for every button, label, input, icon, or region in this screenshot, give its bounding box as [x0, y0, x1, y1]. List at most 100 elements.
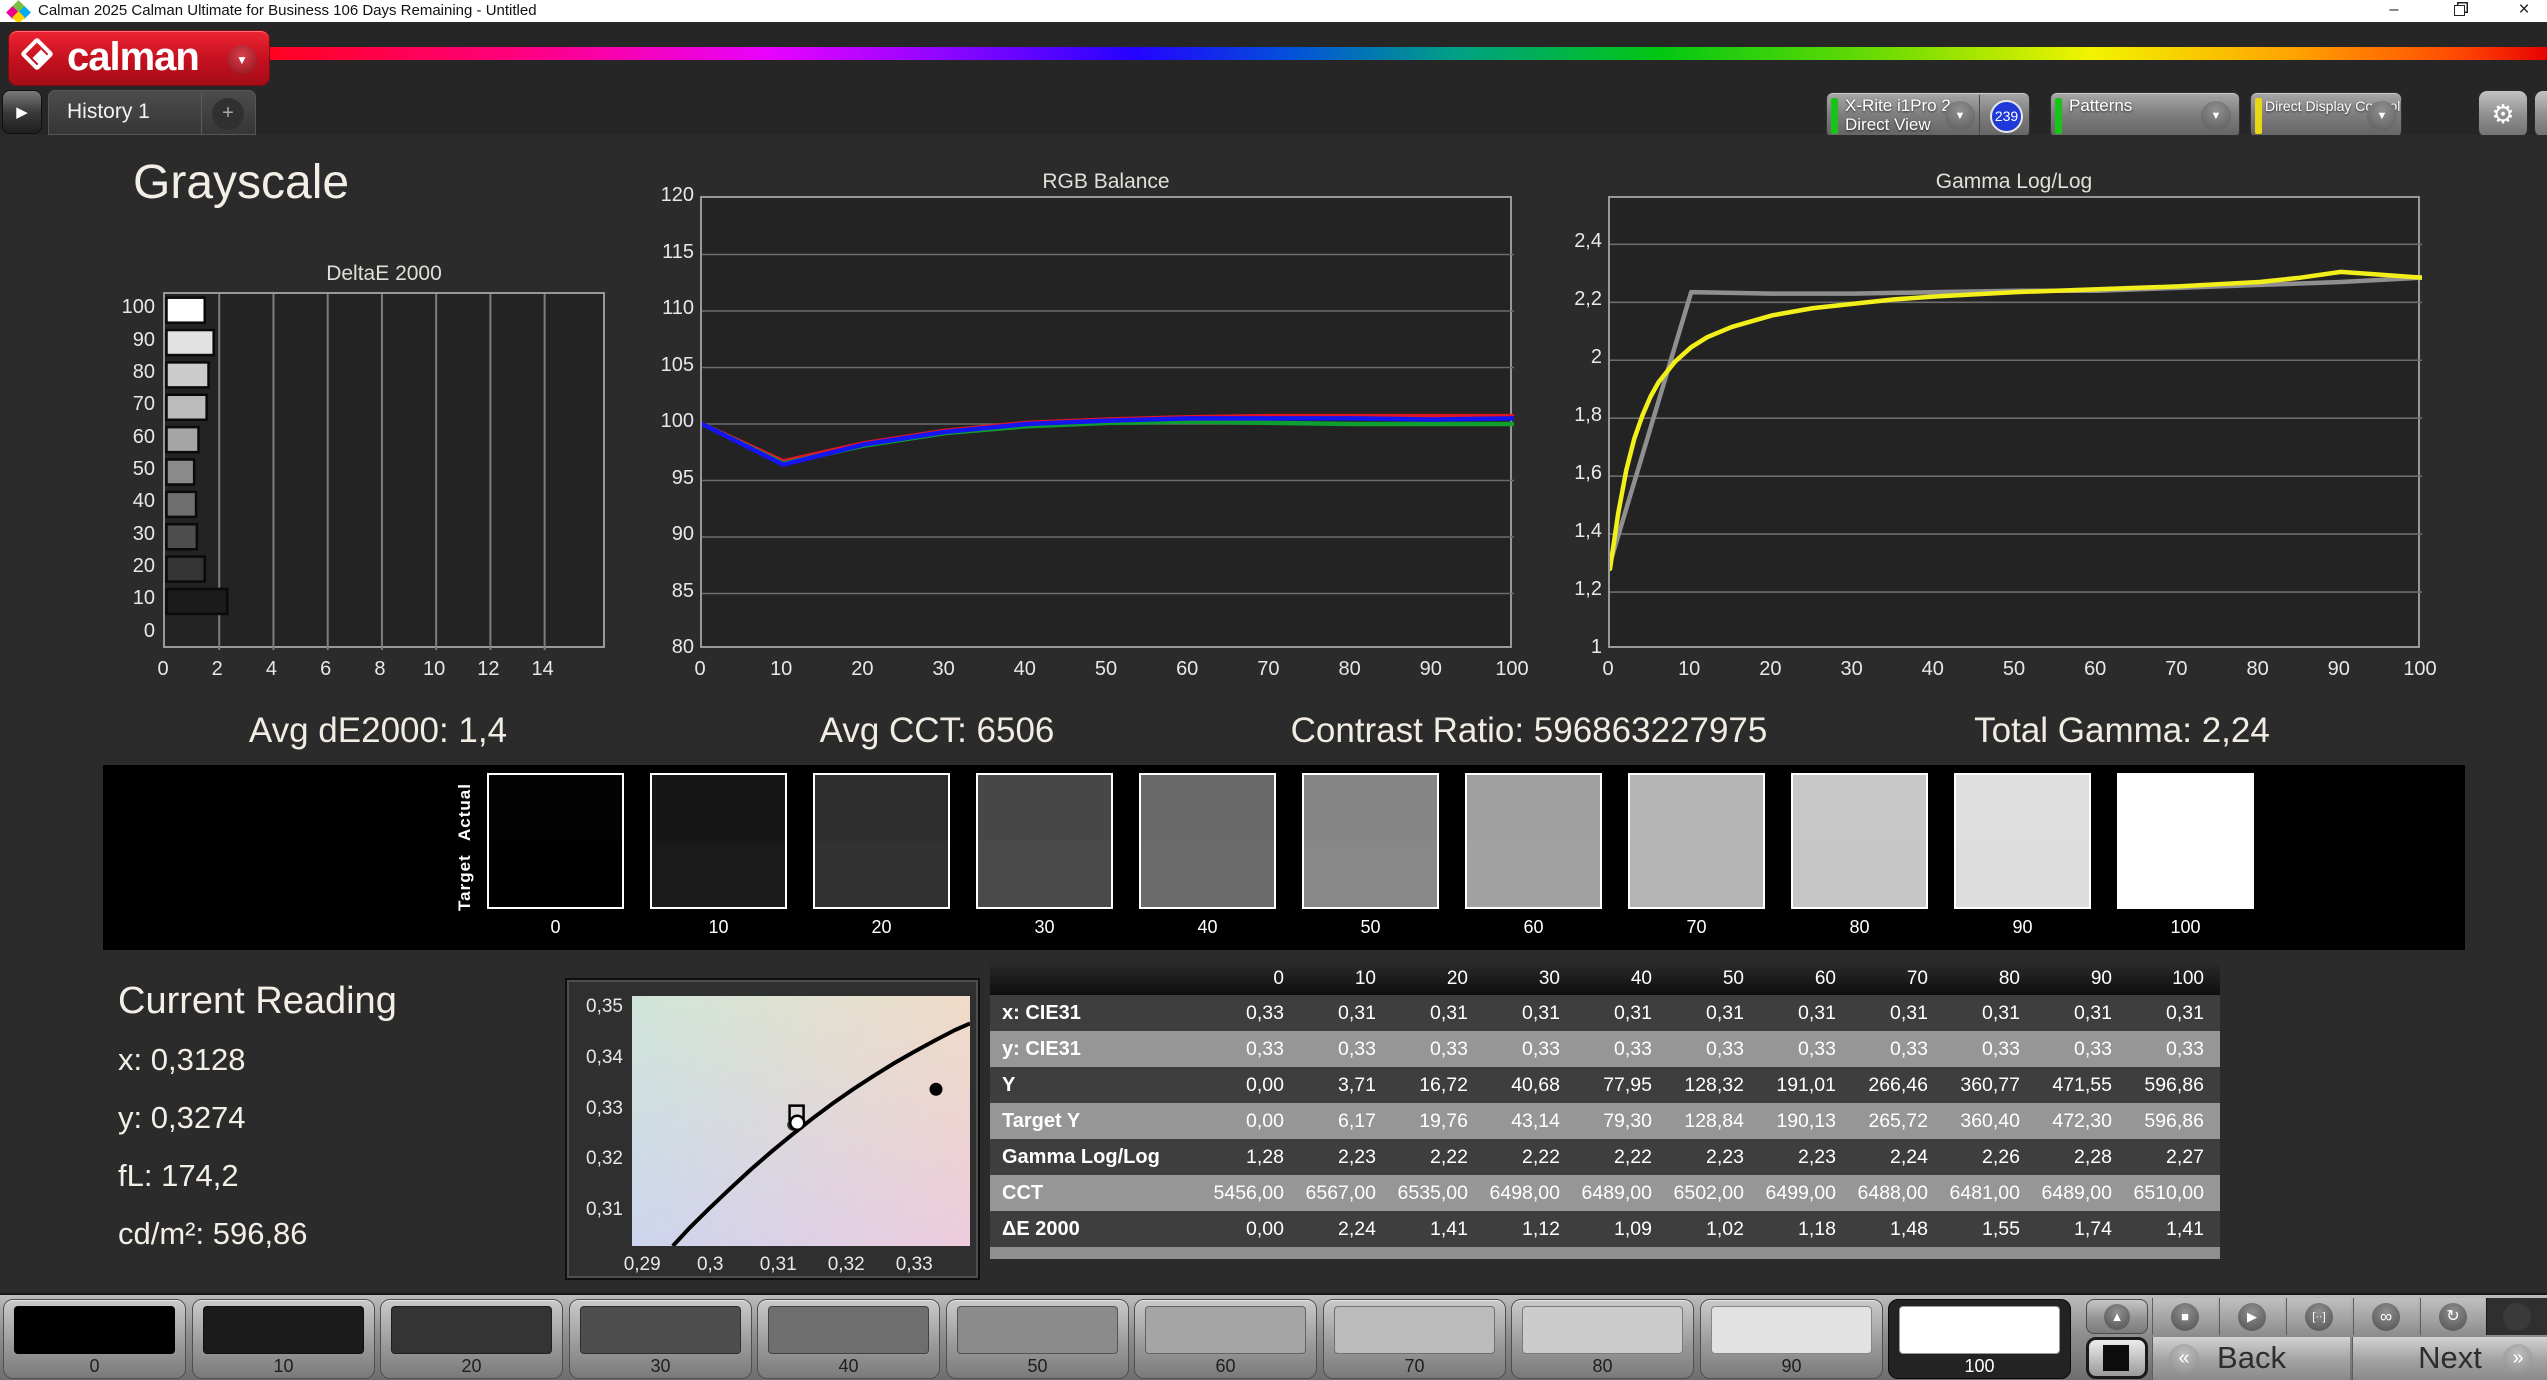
back-button[interactable]: « Back [2152, 1337, 2350, 1380]
gamma-wrap-xtick: 60 [2084, 658, 2107, 680]
cie-ytick: 0,35 [586, 996, 623, 1018]
meter-dropdown[interactable]: X-Rite i1Pro 2 Direct View ▼ 239 [1826, 92, 2030, 138]
strip-swatch-label: 70 [1686, 917, 1707, 937]
patch-label: 20 [461, 1356, 482, 1376]
pattern-patch-90[interactable]: 90 [1700, 1299, 1883, 1379]
pattern-patch-30[interactable]: 30 [569, 1299, 752, 1379]
table-cell: 0,31 [1798, 1002, 1836, 1024]
cie-xtick: 0,31 [759, 1254, 797, 1275]
table-scroll-strip[interactable] [990, 1247, 2220, 1259]
patch-label: 30 [650, 1356, 671, 1376]
collapse-panel-button[interactable]: ◀ [2534, 90, 2547, 138]
tab-scroll-button[interactable]: ▶ [2, 90, 42, 134]
table-header-cell: 10 [1354, 968, 1376, 989]
meter-caret-icon[interactable]: ▼ [1945, 101, 1975, 131]
measurement-table: 0 10 20 30 40 50 60 70 80 90 100 x: CIE31 0,33 0,31 0,… [990, 963, 2220, 1259]
table-cell: 2,26 [1982, 1146, 2020, 1168]
strip-swatch-label: 60 [1523, 917, 1544, 937]
table-cell: 0,33 [1614, 1038, 1652, 1060]
patch-label: 80 [1592, 1356, 1613, 1376]
rgb-chart-title: RGB Balance [1042, 170, 1170, 193]
pattern-patch-70[interactable]: 70 [1323, 1299, 1506, 1379]
rgb-wrap-ytick: 110 [662, 297, 694, 319]
strip-target-half [1304, 841, 1437, 907]
deltae-bar-90 [165, 328, 215, 357]
display-control-caret-icon[interactable]: ▼ [2367, 101, 2397, 131]
deltae-ytick: 0 [143, 619, 155, 642]
table-header-cell: 90 [2090, 968, 2112, 989]
table-cell: 0,31 [1522, 1002, 1560, 1024]
gamma-wrap-xtick: 30 [1840, 658, 1863, 680]
display-control-dropdown[interactable]: Direct Display Control ▼ [2250, 92, 2402, 138]
pattern-patch-80[interactable]: 80 [1511, 1299, 1694, 1379]
patch-label: 70 [1404, 1356, 1425, 1376]
minimize-button[interactable]: – [2371, 0, 2417, 22]
patch-swatch [957, 1306, 1118, 1354]
step-range-button[interactable]: [··] [2286, 1298, 2351, 1335]
patch-swatch [768, 1306, 929, 1354]
gamma-wrap-series-target [1610, 275, 2422, 566]
restore-button[interactable] [2436, 0, 2482, 22]
table-cell: 6,17 [1338, 1110, 1376, 1132]
gamma-wrap-ytick: 2 [1590, 346, 1602, 369]
pattern-patch-0[interactable]: 0 [3, 1299, 186, 1379]
strip-swatch-label: 90 [2012, 917, 2033, 937]
pattern-toolbar: ▲ ■ ▶ [··] ∞ ↻ « Back » Next 0 10 20 30 40 50… [0, 1293, 2547, 1380]
pattern-patch-100[interactable]: 100 [1888, 1299, 2071, 1379]
pattern-patch-50[interactable]: 50 [946, 1299, 1129, 1379]
gamma-chart: Gamma Log/Log 2,4 2,2 2 1,8 1,6 1,4 1,2 1 0 10 20 3… [1560, 170, 2470, 695]
table-cell: 2,22 [1430, 1146, 1468, 1168]
strip-target-half [1141, 841, 1274, 907]
table-cell: 2,27 [2166, 1146, 2204, 1168]
gamma-wrap-xtick: 90 [2327, 658, 2350, 680]
table-cell: 2,28 [2074, 1146, 2112, 1168]
deltae-xtick: 6 [320, 658, 332, 680]
tab-history-1[interactable]: History 1 [67, 100, 150, 124]
gamma-wrap-ytick: 2,4 [1574, 230, 1602, 253]
patch-label: 0 [89, 1356, 100, 1376]
window-titlebar: Calman 2025 Calman Ultimate for Business… [0, 0, 2547, 24]
deltae-xtick: 12 [477, 658, 500, 680]
close-button[interactable]: × [2501, 0, 2547, 22]
scroll-up-button[interactable]: ▲ [2086, 1299, 2148, 1334]
repeat-button[interactable]: ↻ [2420, 1298, 2485, 1335]
continuous-button[interactable]: ∞ [2353, 1298, 2418, 1335]
gamma-wrap-xtick: 70 [2165, 658, 2188, 680]
pattern-window-button[interactable] [2086, 1337, 2148, 1379]
rgb-wrap-ytick: 95 [671, 466, 694, 489]
table-cell: 0,31 [1982, 1002, 2020, 1024]
play-button[interactable]: ▶ [2219, 1298, 2284, 1335]
next-button-label: Next [2418, 1340, 2482, 1375]
deltae-bar-30 [165, 522, 199, 551]
calman-menu-caret-icon[interactable]: ▼ [227, 45, 257, 75]
deltae-bar-10 [165, 587, 229, 616]
table-cell: 472,30 [2052, 1110, 2112, 1132]
stop-button[interactable]: ■ [2152, 1298, 2217, 1335]
table-header-cell: 70 [1906, 968, 1928, 989]
app-header: calman ▼ [0, 22, 2547, 88]
pattern-patch-40[interactable]: 40 [757, 1299, 940, 1379]
gamma-plot-area [1608, 196, 2422, 648]
gamma-wrap-ytick: 1,4 [1574, 520, 1602, 543]
strip-target-half [1467, 841, 1600, 907]
table-cell: 2,22 [1522, 1146, 1560, 1168]
actual-row-label: Actual [455, 783, 474, 841]
add-tab-button[interactable]: + [212, 98, 244, 130]
rgb-wrap-ytick: 85 [671, 579, 694, 602]
settings-gear-button[interactable]: ⚙ [2478, 90, 2528, 138]
strip-target-half [2119, 841, 2252, 907]
calman-menu-button[interactable]: calman ▼ [8, 30, 270, 86]
gamma-wrap-xtick: 50 [2002, 658, 2026, 680]
deltae-ytick: 60 [132, 425, 155, 448]
table-row: Target Y 0,00 6,17 19,76 43,14 79,30 128,84 190… [990, 1103, 2220, 1139]
table-cell: 360,40 [1960, 1110, 2020, 1132]
table-cell: 128,84 [1684, 1110, 1744, 1132]
pattern-patch-60[interactable]: 60 [1134, 1299, 1317, 1379]
patterns-caret-icon[interactable]: ▼ [2201, 101, 2231, 131]
play-icon: ▶ [2238, 1302, 2266, 1331]
next-button[interactable]: » Next [2352, 1337, 2547, 1380]
patterns-dropdown[interactable]: Patterns ▼ [2050, 92, 2240, 138]
cie-ytick: 0,31 [586, 1198, 623, 1220]
pattern-patch-10[interactable]: 10 [192, 1299, 375, 1379]
pattern-patch-20[interactable]: 20 [380, 1299, 563, 1379]
